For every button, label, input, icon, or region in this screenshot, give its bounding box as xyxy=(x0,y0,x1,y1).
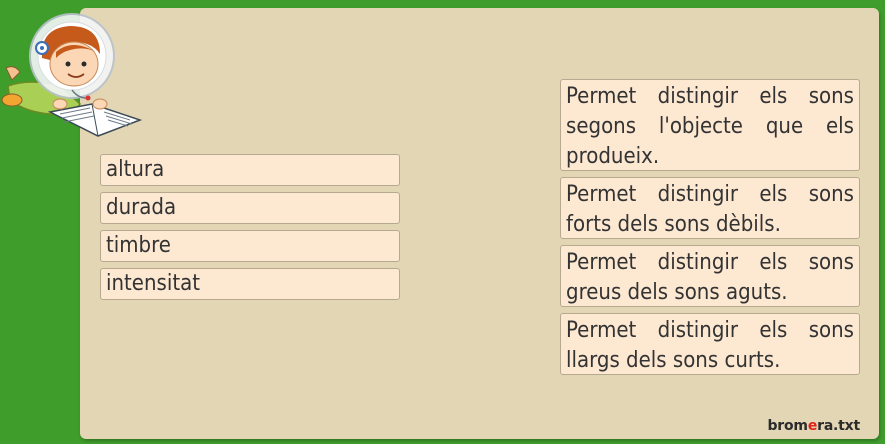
terms-list: altura durada timbre intensitat xyxy=(100,154,400,306)
brand-prefix: brom xyxy=(767,418,808,434)
brand-suffix: ra.txt xyxy=(817,418,860,434)
term-intensitat[interactable]: intensitat xyxy=(100,268,400,300)
definition-target-4[interactable]: Permet distingir els sons llargs dels so… xyxy=(560,313,860,375)
term-altura[interactable]: altura xyxy=(100,154,400,186)
brand-accent: e xyxy=(807,418,818,434)
definitions-list: Permet distingir els sons segons l'objec… xyxy=(560,79,860,381)
definition-target-2[interactable]: Permet distingir els sons forts dels son… xyxy=(560,177,860,239)
definition-target-3[interactable]: Permet distingir els sons greus dels son… xyxy=(560,245,860,307)
term-timbre[interactable]: timbre xyxy=(100,230,400,262)
definition-target-1[interactable]: Permet distingir els sons segons l'objec… xyxy=(560,79,860,171)
brand-logo: bromera.txt xyxy=(767,418,860,434)
term-durada[interactable]: durada xyxy=(100,192,400,224)
astronaut-reading-icon xyxy=(1,13,143,137)
